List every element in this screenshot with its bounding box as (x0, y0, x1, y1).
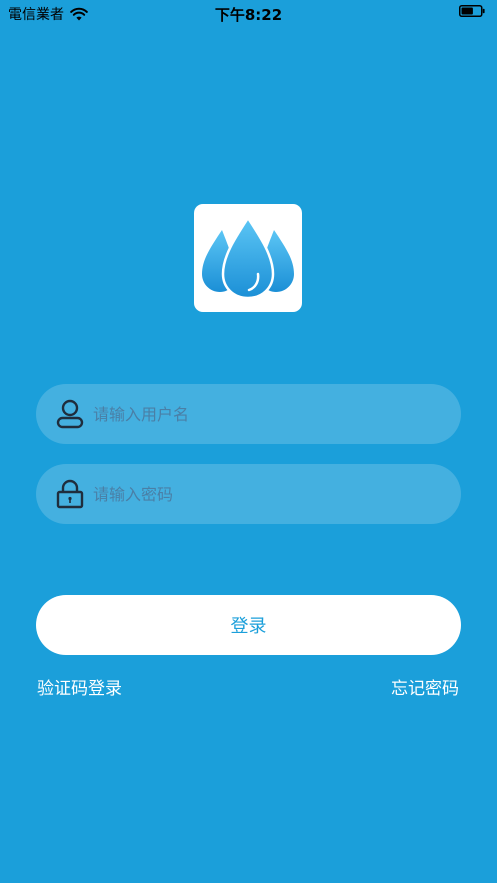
login-button[interactable]: 登录 (36, 595, 461, 655)
username-input[interactable] (91, 393, 461, 435)
lock-icon (55, 479, 85, 509)
sms-login-link[interactable]: 验证码登录 (37, 674, 122, 699)
forgot-password-link[interactable]: 忘记密码 (391, 674, 459, 699)
status-time: 下午8:22 (214, 6, 283, 24)
user-icon (55, 399, 85, 429)
password-input[interactable] (91, 473, 461, 515)
password-field[interactable] (36, 464, 461, 524)
battery-icon (459, 5, 485, 17)
username-field[interactable] (36, 384, 461, 444)
water-drops-icon (202, 218, 294, 298)
app-logo (194, 204, 302, 312)
status-bar: 電信業者 下午8:22 (0, 0, 497, 26)
